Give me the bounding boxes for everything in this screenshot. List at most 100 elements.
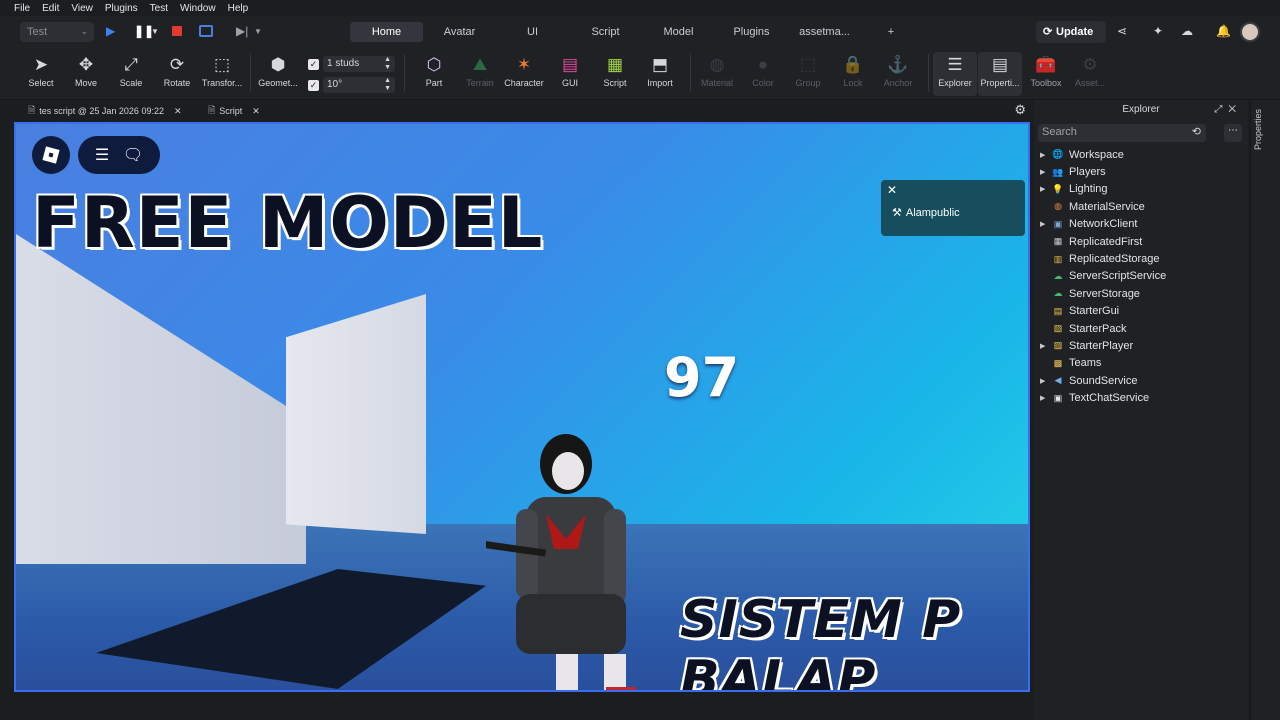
explorer-item-replicatedstorage[interactable]: ▥ ReplicatedStorage xyxy=(1034,250,1248,267)
close-icon[interactable]: ✕ xyxy=(174,106,182,117)
move-snap-checkbox[interactable]: ✓ xyxy=(308,58,319,70)
explorer-item-replicatedfirst[interactable]: ▦ ReplicatedFirst xyxy=(1034,233,1248,250)
close-icon[interactable]: ✕ xyxy=(887,183,897,197)
group-tool[interactable]: ⬚ Group xyxy=(786,52,830,88)
roblox-menu-button[interactable] xyxy=(32,136,70,174)
menu-test[interactable]: Test xyxy=(144,3,174,14)
popout-icon[interactable]: ⤢ xyxy=(1214,104,1228,115)
tab-avatar[interactable]: Avatar xyxy=(423,22,496,42)
asset-manager-button[interactable]: ⚙ Asset... xyxy=(1068,52,1112,88)
anchor-tool[interactable]: ⚓ Anchor xyxy=(876,52,920,88)
explorer-item-soundservice[interactable]: ▶ ◀ SoundService xyxy=(1034,372,1248,389)
more-options-button[interactable]: ⋯ xyxy=(1224,124,1242,142)
tab-ui[interactable]: UI xyxy=(496,22,569,42)
cloud-icon[interactable]: ☁ xyxy=(1181,24,1193,38)
history-icon[interactable]: ⟲ xyxy=(1192,125,1201,138)
add-tab-button[interactable]: + xyxy=(861,22,921,42)
scale-tool-label: Scale xyxy=(119,78,143,88)
explorer-item-networkclient[interactable]: ▶ ▣ NetworkClient xyxy=(1034,216,1248,233)
explorer-item-teams[interactable]: ▩ Teams xyxy=(1034,355,1248,372)
score-counter: 97 xyxy=(664,346,740,409)
explorer-item-serverscriptservice[interactable]: ☁ ServerScriptService xyxy=(1034,268,1248,285)
explorer-item-materialservice[interactable]: ◍ MaterialService xyxy=(1034,198,1248,215)
step-icon[interactable]: ▶| xyxy=(236,24,248,38)
tab-plugins[interactable]: Plugins xyxy=(715,22,788,42)
mode-select[interactable]: Test ⌄ xyxy=(20,22,94,42)
menu-plugins[interactable]: Plugins xyxy=(99,3,144,14)
explorer-item-starterpack[interactable]: ▧ StarterPack xyxy=(1034,320,1248,337)
game-viewport[interactable]: ☰ 🗨 FREE MODEL SISTEM P BALAP 97 ✕ ⚒ Ala… xyxy=(14,122,1030,692)
tab-script[interactable]: Script xyxy=(569,22,642,42)
explorer-item-starterplayer[interactable]: ▶ ▨ StarterPlayer xyxy=(1034,337,1248,354)
explorer-item-startergui[interactable]: ▤ StarterGui xyxy=(1034,303,1248,320)
tab-model[interactable]: Model xyxy=(642,22,715,42)
explorer-search-input[interactable]: Search ⟲ xyxy=(1038,124,1206,142)
material-tool[interactable]: ◍ Material xyxy=(695,52,739,88)
expand-arrow-icon[interactable]: ▶ xyxy=(1040,394,1045,402)
color-tool[interactable]: ● Color xyxy=(741,52,785,88)
rotate-tool[interactable]: ⟳ Rotate xyxy=(155,52,199,88)
notification-bell-icon[interactable]: 🔔 xyxy=(1216,24,1231,38)
play-icon[interactable]: ▶ xyxy=(106,24,115,38)
stepper-icon[interactable]: ▲ ▼ xyxy=(384,56,391,72)
rotate-snap-control[interactable]: ✓ 10° ▲ ▼ xyxy=(308,77,395,93)
doc-tab-script[interactable]: 🗎 Script ✕ xyxy=(208,104,260,118)
ribbon-divider xyxy=(690,54,691,92)
update-button[interactable]: ⟳ Update xyxy=(1036,21,1106,43)
expand-arrow-icon[interactable]: ▶ xyxy=(1040,220,1045,228)
explorer-item-textchatservice[interactable]: ▶ ▣ TextChatService xyxy=(1034,389,1248,406)
expand-arrow-icon[interactable]: ▶ xyxy=(1040,377,1045,385)
select-tool[interactable]: ➤ Select xyxy=(19,52,63,88)
menu-view[interactable]: View xyxy=(65,3,99,14)
properties-side-tab[interactable]: Properties xyxy=(1250,100,1280,720)
menu-file[interactable]: File xyxy=(8,3,36,14)
rotate-snap-input[interactable]: 10° ▲ ▼ xyxy=(323,77,395,93)
explorer-panel-button[interactable]: ☰ Explorer xyxy=(933,52,977,96)
part-tool[interactable]: ⬡ Part xyxy=(412,52,456,88)
chat-icon[interactable]: 🗨 xyxy=(123,145,143,165)
gear-icon[interactable]: ⚙ xyxy=(1014,102,1026,118)
explorer-item-lighting[interactable]: ▶ 💡 Lighting xyxy=(1034,181,1248,198)
user-avatar[interactable] xyxy=(1240,22,1260,42)
close-icon[interactable]: ✕ xyxy=(1228,104,1242,115)
lock-tool[interactable]: 🔒 Lock xyxy=(831,52,875,88)
doc-tab-tes-script[interactable]: 🗎 tes script @ 25 Jan 2026 09:22 ✕ xyxy=(28,104,182,118)
expand-arrow-icon[interactable]: ▶ xyxy=(1040,342,1045,350)
expand-arrow-icon[interactable]: ▶ xyxy=(1040,185,1045,193)
stepper-icon[interactable]: ▲ ▼ xyxy=(384,77,391,93)
expand-arrow-icon[interactable]: ▶ xyxy=(1040,168,1045,176)
properties-icon: ▤ xyxy=(991,55,1009,74)
share-icon[interactable]: ⋖ xyxy=(1117,24,1127,38)
scale-tool[interactable]: ⤢ Scale xyxy=(109,52,153,88)
explorer-item-workspace[interactable]: ▶ 🌐 Workspace xyxy=(1034,146,1248,163)
stop-icon[interactable] xyxy=(172,26,182,36)
transform-tool[interactable]: ⬚ Transfor... xyxy=(200,52,244,88)
gui-tool[interactable]: ▤ GUI xyxy=(548,52,592,88)
move-tool[interactable]: ✥ Move xyxy=(64,52,108,88)
hamburger-menu-icon[interactable]: ☰ xyxy=(95,145,109,165)
character-tool[interactable]: ✶ Character xyxy=(502,52,546,88)
close-icon[interactable]: ✕ xyxy=(252,106,260,117)
tab-home[interactable]: Home xyxy=(350,22,423,42)
toolbox-panel-button[interactable]: 🧰 Toolbox xyxy=(1024,52,1068,88)
terrain-tool[interactable]: ⛰ Terrain xyxy=(458,52,502,88)
chevron-down-icon[interactable]: ▼ xyxy=(151,27,159,36)
menu-window[interactable]: Window xyxy=(174,3,222,14)
chat-icon: ▣ xyxy=(1053,392,1063,403)
chevron-down-icon[interactable]: ▼ xyxy=(254,27,262,36)
client-server-icon[interactable] xyxy=(199,25,213,37)
explorer-item-serverstorage[interactable]: ☁ ServerStorage xyxy=(1034,285,1248,302)
script-tool[interactable]: ▦ Script xyxy=(593,52,637,88)
import-tool[interactable]: ⬒ Import xyxy=(638,52,682,88)
geometry-tool[interactable]: ⬢ Geomet... xyxy=(256,52,300,88)
move-snap-input[interactable]: 1 studs ▲ ▼ xyxy=(323,56,395,72)
menu-help[interactable]: Help xyxy=(222,3,255,14)
menu-edit[interactable]: Edit xyxy=(36,3,65,14)
explorer-item-players[interactable]: ▶ 👥 Players xyxy=(1034,163,1248,180)
rotate-snap-checkbox[interactable]: ✓ xyxy=(308,79,319,91)
properties-panel-button[interactable]: ▤ Properti... xyxy=(978,52,1022,96)
expand-arrow-icon[interactable]: ▶ xyxy=(1040,151,1045,159)
move-snap-control[interactable]: ✓ 1 studs ▲ ▼ xyxy=(308,56,395,72)
tab-assetmanager[interactable]: assetma... xyxy=(788,22,861,42)
assistant-icon[interactable]: ✦ xyxy=(1153,24,1163,38)
